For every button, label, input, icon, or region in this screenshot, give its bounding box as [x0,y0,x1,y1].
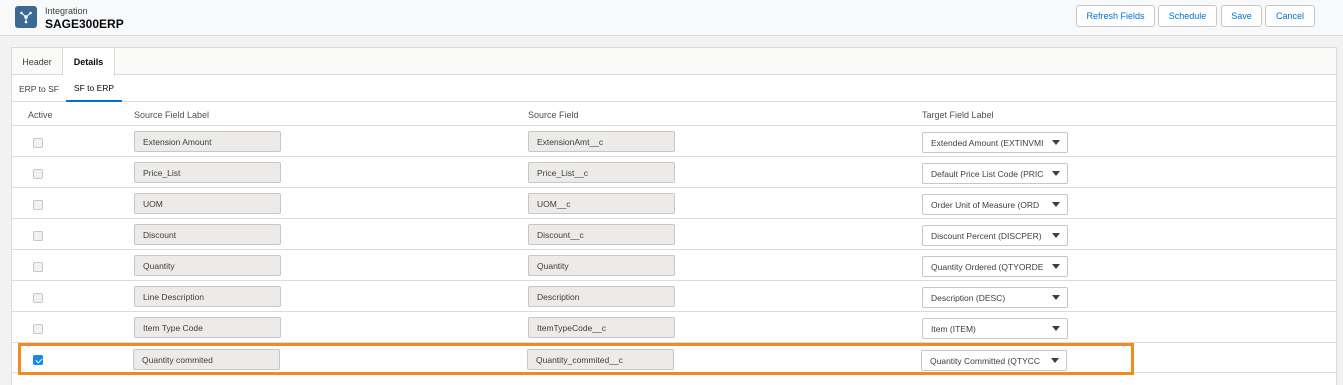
source-field-input[interactable]: Price_List__c [528,162,675,183]
mapping-card: Header Details ERP to SF SF to ERP Activ… [11,47,1337,385]
tab-sf-to-erp[interactable]: SF to ERP [66,75,122,102]
schedule-button[interactable]: Schedule [1158,5,1217,27]
active-checkbox[interactable] [33,324,43,334]
source-field-input[interactable]: Description [528,286,675,307]
active-checkbox[interactable] [33,169,43,179]
table-row: Item Type Code ItemTypeCode__c Item (ITE… [12,311,1336,342]
column-header-source-field-label: Source Field Label [134,110,210,120]
source-field-label-input[interactable]: Quantity [134,255,281,276]
target-field-value: Discount Percent (DISCPER) [931,230,1042,241]
target-field-value: Order Unit of Measure (ORD [931,199,1040,210]
tab-erp-to-sf[interactable]: ERP to SF [12,75,66,102]
target-field-select[interactable]: Discount Percent (DISCPER) [922,225,1068,246]
source-field-input[interactable]: ExtensionAmt__c [528,131,675,152]
chevron-down-icon [1052,202,1060,207]
page-title: SAGE300ERP [45,17,124,31]
integration-icon [15,6,37,28]
refresh-fields-button[interactable]: Refresh Fields [1076,5,1155,27]
source-field-input[interactable]: Discount__c [528,224,675,245]
chevron-down-icon [1052,140,1060,145]
target-field-value: Item (ITEM) [931,323,976,334]
table-row: Quantity Quantity Quantity Ordered (QTYO… [12,249,1336,280]
highlight-box [18,343,1134,375]
active-checkbox[interactable] [33,200,43,210]
chevron-down-icon [1052,295,1060,300]
target-field-select[interactable]: Default Price List Code (PRIC [922,163,1068,184]
tab-header[interactable]: Header [12,48,63,75]
column-header-source-field: Source Field [528,110,579,120]
main-tabs: Header Details [12,48,1336,76]
source-field-label-input[interactable]: Extension Amount [134,131,281,152]
tab-details[interactable]: Details [63,48,115,76]
chevron-down-icon [1052,171,1060,176]
target-field-select[interactable]: Order Unit of Measure (ORD [922,194,1068,215]
target-field-value: Quantity Ordered (QTYORDE [931,261,1044,272]
target-field-value: Extended Amount (EXTINVMI [931,137,1044,148]
column-header-target-field-label: Target Field Label [922,110,994,120]
table-row: Price_List Price_List__c Default Price L… [12,156,1336,187]
page-header: Integration SAGE300ERP Refresh Fields Sc… [0,0,1343,36]
active-checkbox[interactable] [33,138,43,148]
active-checkbox[interactable] [33,231,43,241]
target-field-value: Default Price List Code (PRIC [931,168,1044,179]
target-field-select[interactable]: Quantity Ordered (QTYORDE [922,256,1068,277]
target-field-value: Description (DESC) [931,292,1006,303]
chevron-down-icon [1052,326,1060,331]
table-row: Discount Discount__c Discount Percent (D… [12,218,1336,249]
source-field-input[interactable]: ItemTypeCode__c [528,317,675,338]
chevron-down-icon [1052,264,1060,269]
source-field-label-input[interactable]: Item Type Code [134,317,281,338]
source-field-label-input[interactable]: Discount [134,224,281,245]
save-button[interactable]: Save [1221,5,1262,27]
source-field-label-input[interactable]: Line Description [134,286,281,307]
active-checkbox[interactable] [33,262,43,272]
column-header-active: Active [28,110,53,120]
target-field-select[interactable]: Extended Amount (EXTINVMI [922,132,1068,153]
target-field-select[interactable]: Item (ITEM) [922,318,1068,339]
table-row: Line Description Description Description… [12,280,1336,311]
sub-tabs: ERP to SF SF to ERP [12,75,1336,102]
cancel-button[interactable]: Cancel [1265,5,1315,27]
chevron-down-icon [1052,233,1060,238]
table-row: Extension Amount ExtensionAmt__c Extende… [12,125,1336,156]
source-field-input[interactable]: Quantity [528,255,675,276]
table-row: UOM UOM__c Order Unit of Measure (ORD [12,187,1336,218]
source-field-label-input[interactable]: UOM [134,193,281,214]
target-field-select[interactable]: Description (DESC) [922,287,1068,308]
active-checkbox[interactable] [33,293,43,303]
source-field-input[interactable]: UOM__c [528,193,675,214]
page-subtitle: Integration [45,6,88,16]
source-field-label-input[interactable]: Price_List [134,162,281,183]
